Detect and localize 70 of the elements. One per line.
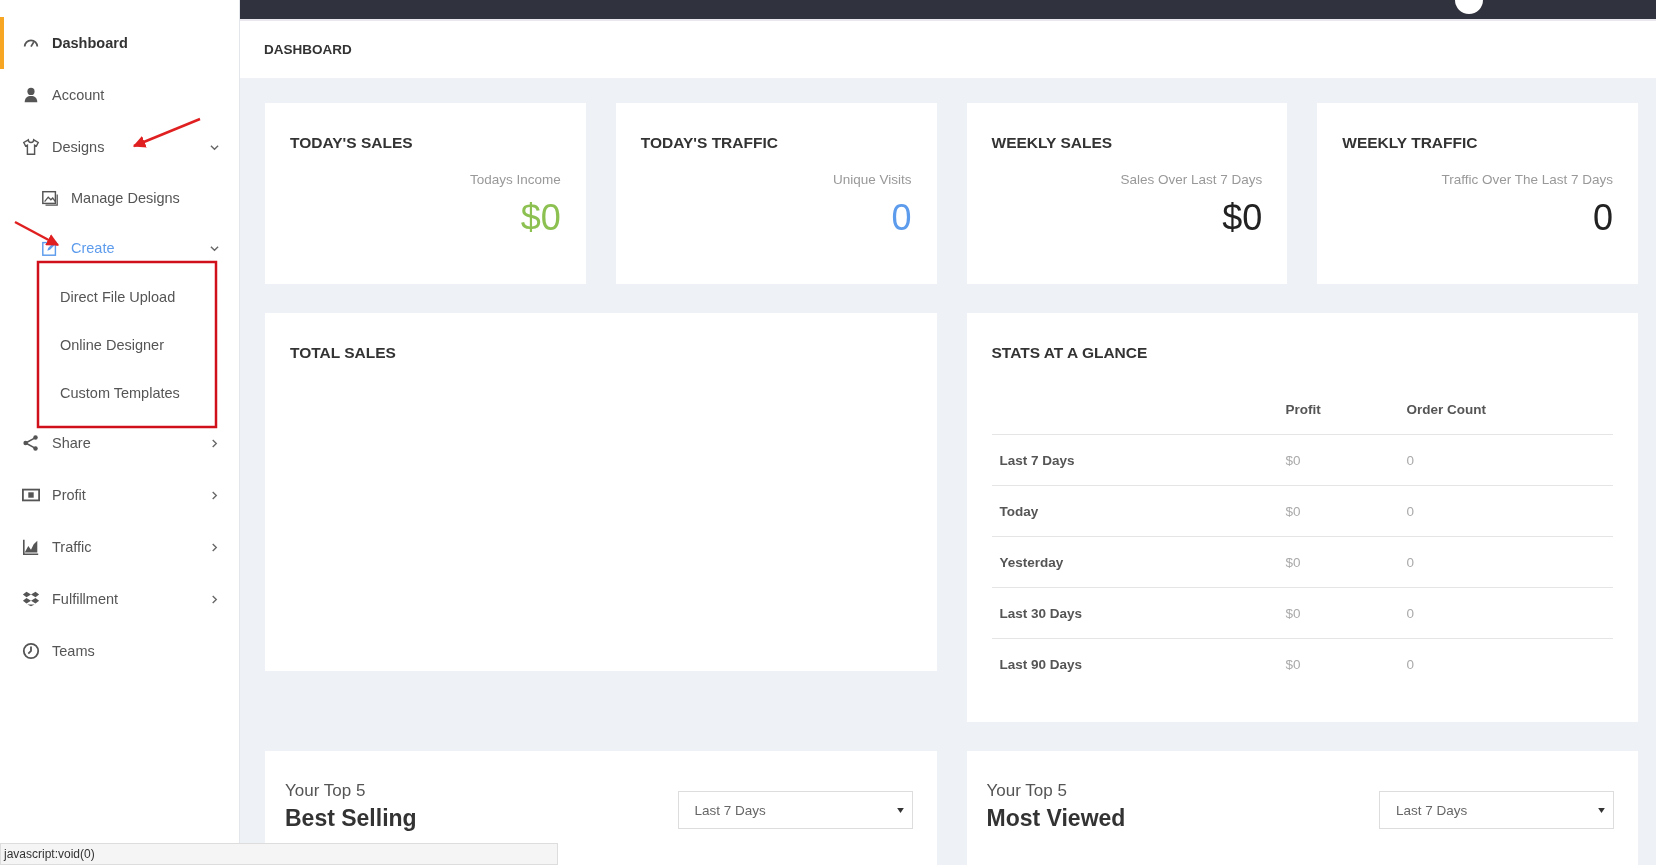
table-cell: $0	[1277, 587, 1399, 639]
card-subtitle: Your Top 5	[986, 781, 1068, 801]
card-title: WEEKLY TRAFFIC	[1342, 134, 1479, 152]
sidebar-item[interactable]: Share	[0, 417, 239, 469]
card-caption: Unique Visits	[832, 172, 912, 187]
card-title: WEEKLY SALES	[991, 134, 1114, 152]
chart-icon	[22, 538, 40, 556]
card-caption: Todays Income	[469, 172, 561, 187]
table-cell: 0	[1398, 485, 1613, 537]
annotation-arrow	[14, 220, 60, 247]
sidebar-item[interactable]: Direct File Upload	[0, 273, 239, 321]
column-header: Profit	[1277, 384, 1399, 435]
column-header: Order Count	[1398, 384, 1613, 435]
table-cell: $0	[1277, 485, 1399, 537]
sidebar-item[interactable]: Teams	[0, 625, 239, 677]
caret-icon	[896, 807, 904, 813]
table-cell: Last 30 Days	[991, 587, 1278, 639]
card-title: Most Viewed	[986, 805, 1126, 832]
image-icon	[41, 189, 59, 207]
table-cell: Yesterday	[991, 536, 1278, 588]
card-title: STATS AT A GLANCE	[991, 344, 1149, 362]
table-cell: 0	[1398, 638, 1613, 689]
table-cell: Last 7 Days	[991, 434, 1278, 486]
sidebar-item[interactable]: Custom Templates	[0, 369, 239, 417]
table-cell: $0	[1277, 434, 1399, 486]
card-subtitle: Your Top 5	[285, 781, 367, 801]
stat-value: $0	[1222, 197, 1263, 239]
table-cell: $0	[1277, 536, 1399, 588]
money-icon	[22, 486, 40, 504]
sidebar-item[interactable]: Profit	[0, 469, 239, 521]
table-cell: 0	[1398, 434, 1613, 486]
sidebar-item[interactable]: Traffic	[0, 521, 239, 573]
sidebar-item[interactable]: Online Designer	[0, 321, 239, 369]
period-dropdown[interactable]: Last 7 Days	[677, 791, 913, 829]
stat-value: 0	[1592, 197, 1613, 239]
table-cell: 0	[1398, 587, 1613, 639]
sidebar-item[interactable]: Designs	[0, 121, 239, 173]
sidebar-item[interactable]: Dashboard	[0, 17, 239, 69]
card-caption: Sales Over Last 7 Days	[1120, 172, 1263, 187]
card-caption: Traffic Over The Last 7 Days	[1441, 172, 1613, 187]
sidebar-item[interactable]: Manage Designs	[0, 173, 239, 223]
boxes-icon	[22, 590, 40, 608]
tshirt-icon	[22, 138, 40, 156]
chevron-icon	[210, 594, 219, 604]
chevron-icon	[210, 142, 219, 152]
page-title: DASHBOARD	[240, 19, 1656, 78]
annotation-arrow	[132, 117, 201, 148]
period-dropdown[interactable]: Last 7 Days	[1379, 791, 1614, 829]
status-bar: javascript:void(0)	[0, 843, 558, 865]
card-title: TODAY'S SALES	[290, 134, 414, 152]
sidebar-item[interactable]: Account	[0, 69, 239, 121]
table-cell: Today	[991, 485, 1278, 537]
chevron-icon	[210, 542, 219, 552]
card-title: TODAY'S TRAFFIC	[640, 134, 779, 152]
table-cell: $0	[1277, 638, 1399, 689]
chevron-icon	[210, 438, 219, 448]
card-title: Best Selling	[285, 805, 417, 832]
stat-value: 0	[891, 197, 912, 239]
table-cell: 0	[1398, 536, 1613, 588]
stat-value: $0	[520, 197, 561, 239]
share-icon	[22, 434, 40, 452]
table-cell: Last 90 Days	[991, 638, 1278, 689]
chevron-icon	[210, 490, 219, 500]
card-title: TOTAL SALES	[290, 344, 397, 362]
caret-icon	[1598, 807, 1605, 813]
sidebar-item[interactable]: Fulfillment	[0, 573, 239, 625]
clock-icon	[22, 642, 40, 660]
chevron-icon	[210, 243, 219, 253]
user-icon	[22, 86, 40, 104]
edit-icon	[41, 239, 59, 257]
